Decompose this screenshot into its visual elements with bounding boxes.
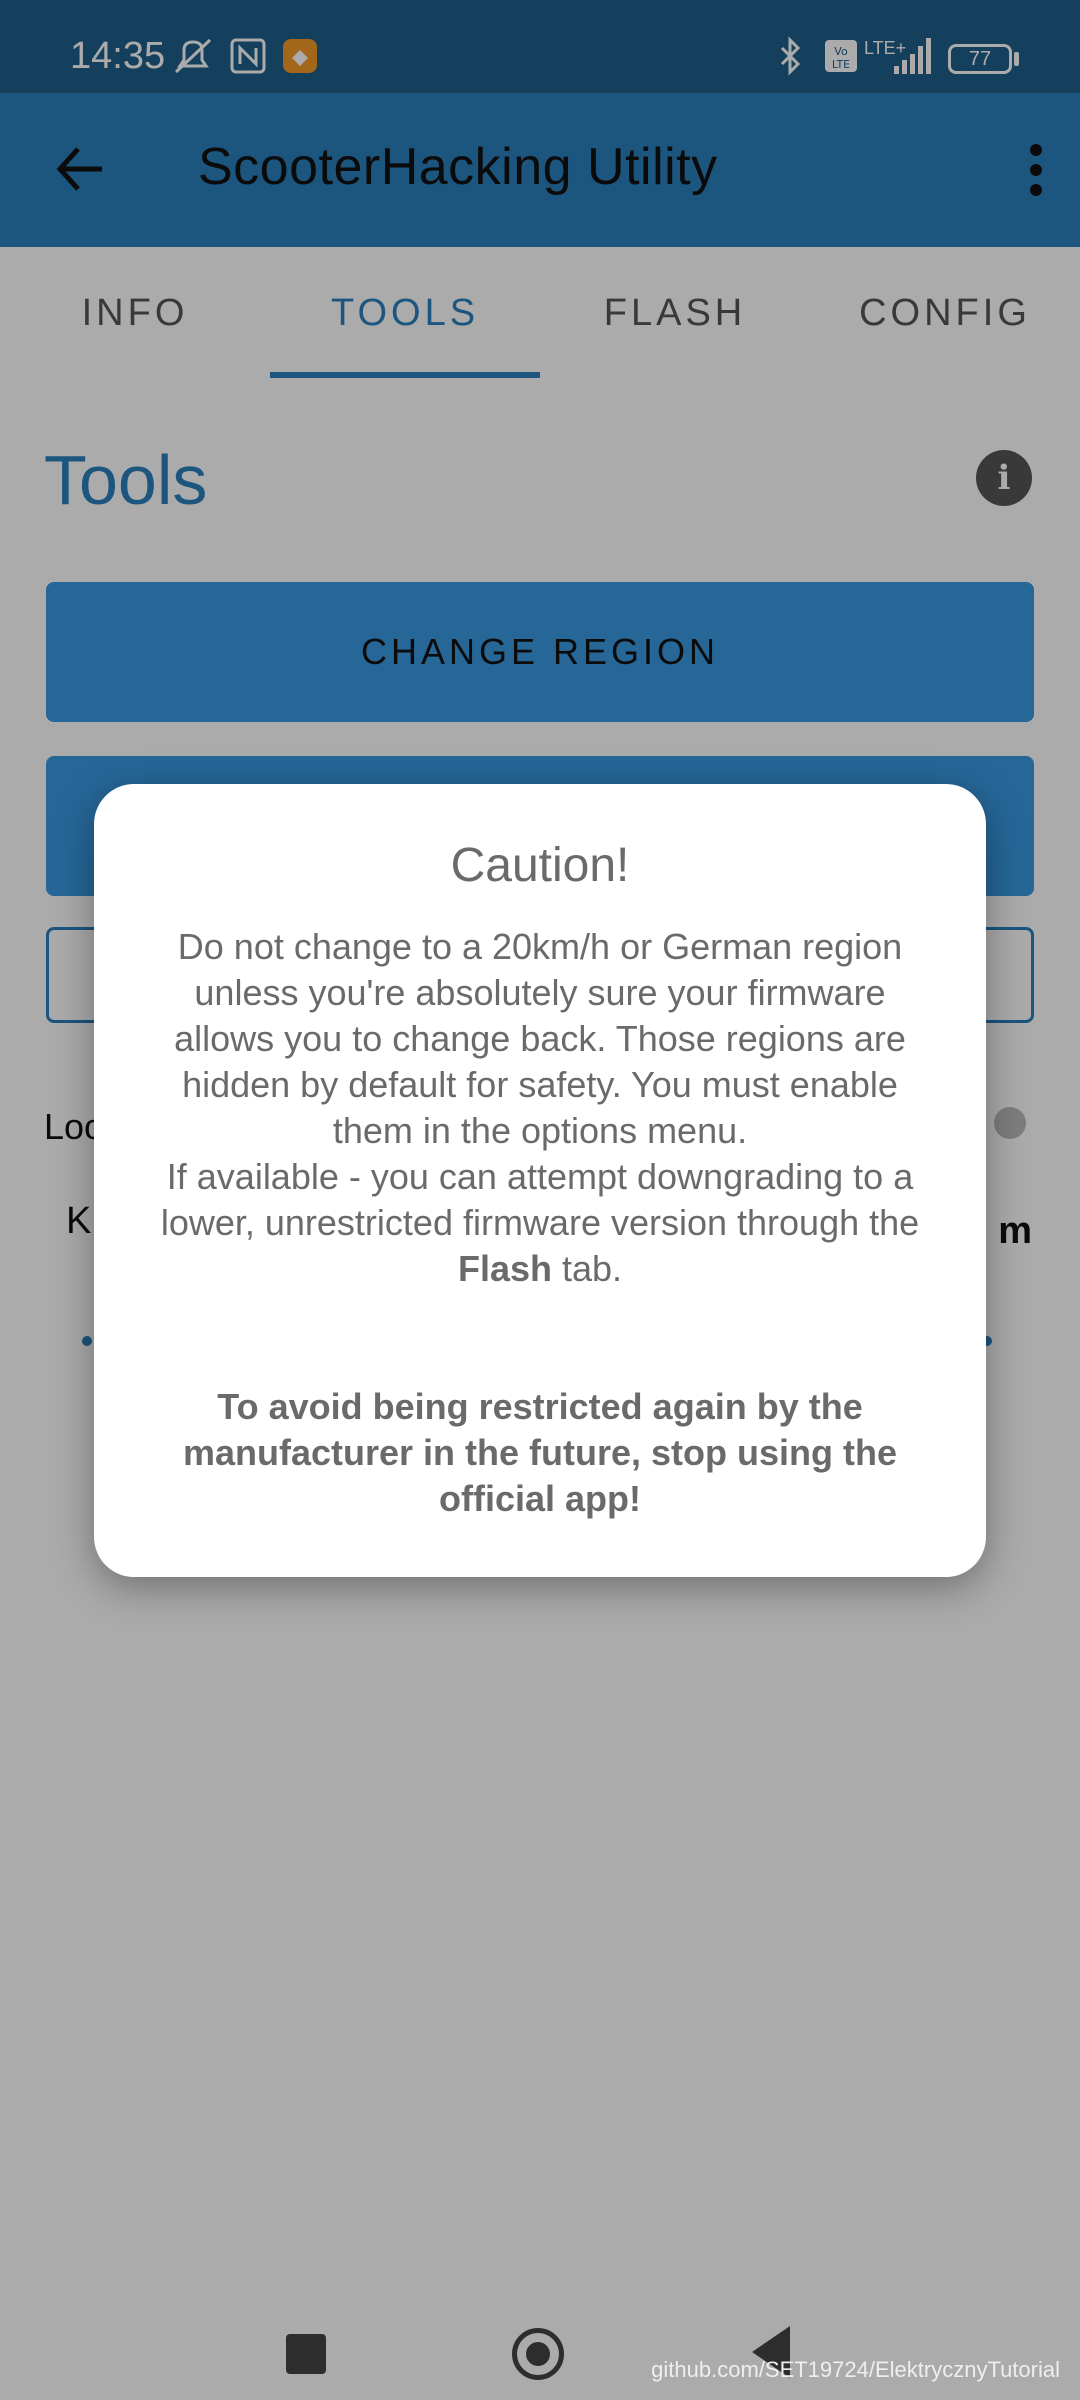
dialog-body-tab-text: tab. — [551, 1248, 623, 1289]
watermark: github.com/SET19724/ElektrycznyTutorial — [651, 2357, 1060, 2382]
dialog-warning: To avoid being restricted again by the m… — [182, 1386, 898, 1519]
dialog-body-paragraph: Do not change to a 20km/h or German regi… — [174, 926, 906, 1151]
caution-dialog: Caution! Do not change to a 20km/h or Ge… — [94, 784, 986, 1577]
dialog-body-downgrade: If available - you can attempt downgradi… — [154, 1154, 926, 1292]
dialog-flash-link: Flash — [457, 1248, 552, 1289]
dialog-body: Do not change to a 20km/h or German regi… — [154, 924, 926, 1292]
dialog-body-downgrade-text: If available - you can attempt downgradi… — [160, 1156, 920, 1243]
dialog-title: Caution! — [450, 839, 630, 892]
